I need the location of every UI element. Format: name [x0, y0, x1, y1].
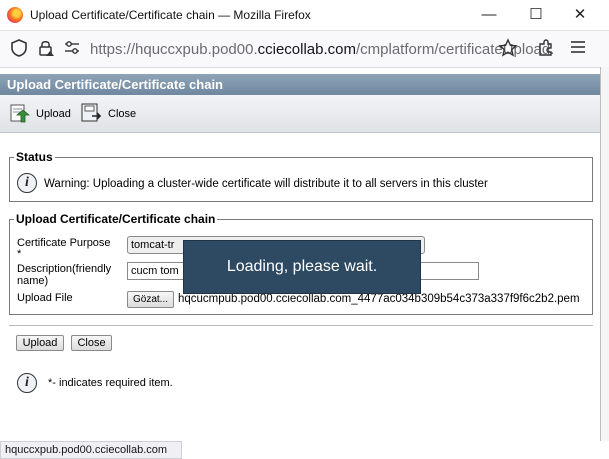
shield-icon[interactable] — [10, 39, 28, 57]
menu-hamburger-icon[interactable] — [570, 40, 586, 54]
info-icon: i — [17, 173, 37, 193]
toolbar-close-button[interactable]: Close — [108, 108, 136, 120]
url-domain: cciecollab.com — [257, 41, 356, 58]
extensions-icon[interactable] — [536, 38, 556, 58]
maximize-button[interactable]: ☐ — [521, 4, 551, 26]
close-icon[interactable] — [80, 102, 102, 124]
minimize-button[interactable]: — — [474, 4, 504, 26]
url-path: /cmplatform/certificateUpload. — [356, 41, 555, 58]
toolbar-upload-button[interactable]: Upload — [36, 108, 71, 120]
browser-status-bar: hquccxpub.pod00.cciecollab.com — [0, 441, 182, 459]
status-message: Warning: Uploading a cluster-wide certif… — [44, 178, 488, 190]
required-note: *- indicates required item. — [48, 377, 173, 389]
required-info-icon: i — [17, 373, 37, 393]
upload-file-label: Upload File — [17, 292, 73, 304]
upload-icon[interactable] — [8, 102, 30, 124]
upload-legend: Upload Certificate/Certificate chain — [14, 212, 218, 226]
permissions-icon[interactable] — [64, 41, 80, 55]
close-window-button[interactable]: ✕ — [565, 4, 595, 26]
upload-button[interactable]: Upload — [16, 335, 64, 351]
description-label: Description(friendly — [17, 263, 112, 275]
background-page-edge — [600, 67, 609, 441]
selected-file-name: hqcucmpub.pod00.cciecollab.com_4477ac034… — [178, 293, 580, 305]
description-label-line2: name) — [17, 275, 49, 287]
lock-warning-icon[interactable] — [37, 39, 55, 57]
url-prefix: https://hquccxpub.pod00. — [90, 41, 258, 58]
firefox-logo-icon — [7, 7, 23, 23]
separator — [9, 325, 593, 326]
dialog-title: Upload Certificate/Certificate chain — [0, 74, 600, 95]
status-legend: Status — [14, 150, 55, 164]
browse-file-button[interactable]: Gözat... — [127, 291, 174, 308]
window-title: Upload Certificate/Certificate chain — M… — [30, 8, 311, 22]
bookmark-star-icon[interactable] — [498, 38, 518, 58]
required-asterisk: * — [17, 248, 22, 260]
close-button[interactable]: Close — [71, 335, 112, 351]
url-text[interactable]: https://hquccxpub.pod00.cciecollab.com/c… — [90, 41, 554, 58]
certificate-purpose-label: Certificate Purpose — [17, 237, 111, 249]
loading-overlay: Loading, please wait. — [183, 240, 421, 294]
